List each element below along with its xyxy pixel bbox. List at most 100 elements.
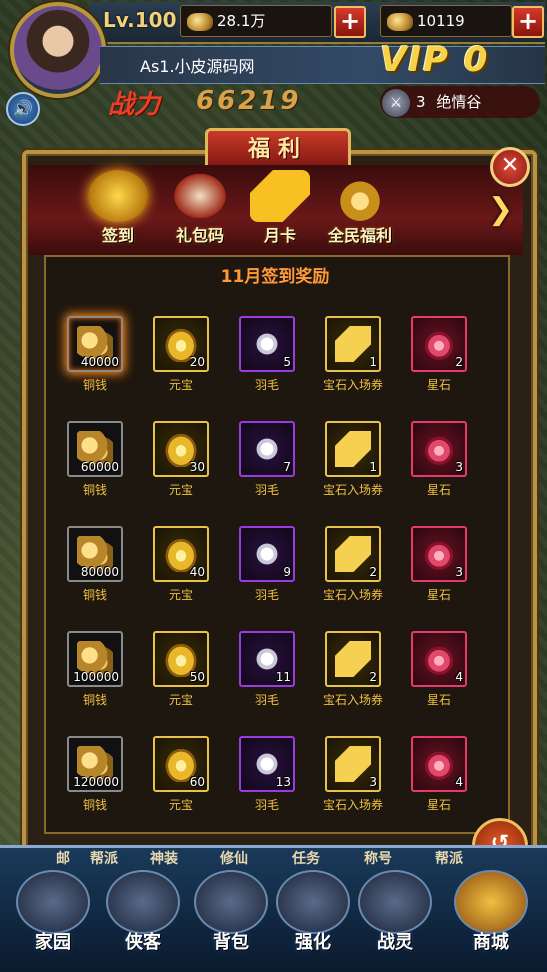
reward-item[interactable]: 50 元宝 [146,631,216,708]
guild-indicator[interactable]: ⚔ 3 绝情谷 [380,86,540,118]
reward-slot[interactable]: 50 [153,631,209,687]
strip-mail[interactable]: 邮 [56,848,70,868]
reward-count: 7 [283,460,291,474]
reward-item[interactable]: 11 羽毛 [232,631,302,708]
reward-name: 羽毛 [254,588,279,602]
nav-bag[interactable]: 背包 [188,870,274,965]
close-button[interactable]: ✕ [490,147,530,187]
reward-count: 40000 [80,355,119,369]
reward-item[interactable]: 40000 铜钱 [60,316,130,393]
reward-slot[interactable]: 1 [325,316,381,372]
reward-item[interactable]: 80000 铜钱 [60,526,130,603]
reward-name: 星石 [426,483,451,497]
tab-sign-in-label: 签到 [101,226,134,245]
reward-slot[interactable]: 100000 [67,631,123,687]
reward-slot[interactable]: 3 [411,421,467,477]
vip-badge[interactable]: VIP 0 [380,40,489,80]
strip-title[interactable]: 称号 [364,848,392,868]
star-icon [421,641,457,677]
nav-spirit[interactable]: 战灵 [352,870,438,965]
reward-item[interactable]: 7 羽毛 [232,421,302,498]
sound-toggle-icon[interactable]: 🔊 [6,92,40,126]
reward-slot[interactable]: 9 [239,526,295,582]
reward-item[interactable]: 3 宝石入场券 [318,736,388,813]
rewards-heading: 11月签到奖励 [220,267,330,287]
reward-name: 元宝 [168,588,193,602]
add-copper-button[interactable]: + [334,6,366,38]
nav-heroes[interactable]: 侠客 [100,870,186,965]
scroll-icon [335,431,371,467]
strip-cultivation[interactable]: 修仙 [220,848,248,868]
reward-item[interactable]: 2 星石 [404,316,474,393]
reward-count: 13 [275,775,291,789]
reward-count: 100000 [73,670,119,684]
reward-name: 宝石入场券 [322,483,383,497]
star-icon [421,746,457,782]
reward-item[interactable]: 1 宝石入场券 [318,316,388,393]
strip-guild[interactable]: 帮派 [90,848,118,868]
reward-slot[interactable]: 4 [411,736,467,792]
reward-slot[interactable]: 120000 [67,736,123,792]
reward-slot[interactable]: 30 [153,421,209,477]
reward-slot[interactable]: 5 [239,316,295,372]
reward-item[interactable]: 2 宝石入场券 [318,631,388,708]
reward-slot[interactable]: 60000 [67,421,123,477]
reward-slot[interactable]: 3 [411,526,467,582]
reward-item[interactable]: 1 宝石入场券 [318,421,388,498]
reward-slot[interactable]: 3 [325,736,381,792]
reward-slot[interactable]: 80000 [67,526,123,582]
player-avatar[interactable] [10,2,106,98]
sign-in-icon [88,170,148,222]
reward-count: 20 [189,355,205,369]
reward-item[interactable]: 3 星石 [404,421,474,498]
reward-item[interactable]: 120000 铜钱 [60,736,130,813]
reward-item[interactable]: 60 元宝 [146,736,216,813]
reward-slot[interactable]: 2 [325,526,381,582]
reward-item[interactable]: 4 星石 [404,631,474,708]
reward-item[interactable]: 40 元宝 [146,526,216,603]
reward-count: 3 [455,460,463,474]
reward-item[interactable]: 13 羽毛 [232,736,302,813]
reward-item[interactable]: 5 羽毛 [232,316,302,393]
strip-quest[interactable]: 任务 [292,848,320,868]
reward-item[interactable]: 60000 铜钱 [60,421,130,498]
reward-slot[interactable]: 60 [153,736,209,792]
chevron-right-icon[interactable]: ❯ [488,192,513,227]
nav-enhance[interactable]: 强化 [270,870,356,965]
enhance-icon [276,870,350,934]
add-ingot-button[interactable]: + [512,6,544,38]
reward-count: 5 [283,355,291,369]
reward-slot[interactable]: 11 [239,631,295,687]
reward-count: 40 [189,565,205,579]
reward-slot[interactable]: 7 [239,421,295,477]
reward-name: 铜钱 [82,588,107,602]
reward-slot[interactable]: 2 [325,631,381,687]
tab-all-welfare[interactable]: 全民福利 [320,170,400,250]
reward-item[interactable]: 3 星石 [404,526,474,603]
reward-item[interactable]: 30 元宝 [146,421,216,498]
reward-item[interactable]: 4 星石 [404,736,474,813]
reward-slot[interactable]: 2 [411,316,467,372]
reward-slot[interactable]: 4 [411,631,467,687]
reward-slot[interactable]: 13 [239,736,295,792]
reward-item[interactable]: 20 元宝 [146,316,216,393]
reward-item[interactable]: 9 羽毛 [232,526,302,603]
tab-monthly-card[interactable]: 月卡 [240,170,320,250]
reward-slot[interactable]: 20 [153,316,209,372]
strip-gear[interactable]: 神装 [150,848,178,868]
nav-shop[interactable]: 商城 [448,870,534,965]
reward-item[interactable]: 100000 铜钱 [60,631,130,708]
reward-slot[interactable]: 1 [325,421,381,477]
nav-shop-label: 商城 [473,932,509,953]
reward-item[interactable]: 2 宝石入场券 [318,526,388,603]
tab-gift-code[interactable]: 礼包码 [160,170,240,250]
reward-slot[interactable]: 40000 [67,316,123,372]
strip-guild-2[interactable]: 帮派 [435,848,463,868]
reward-count: 60000 [80,460,119,474]
tab-sign-in[interactable]: 签到 [78,170,158,250]
nav-home[interactable]: 家园 [10,870,96,965]
ingot-value: 10119 [417,12,465,30]
money-bag-icon [330,170,390,222]
reward-slot[interactable]: 40 [153,526,209,582]
reward-name: 宝石入场券 [322,378,383,392]
